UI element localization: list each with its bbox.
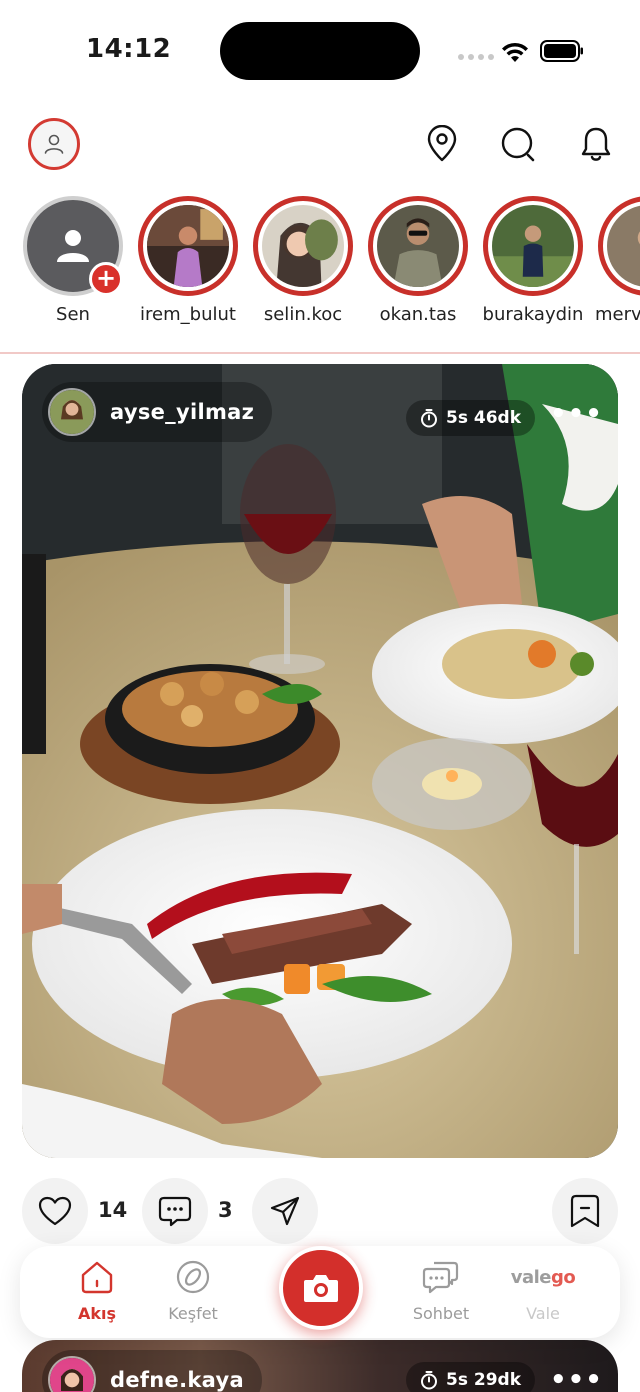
location-pin-icon <box>427 125 457 162</box>
author-avatar <box>48 388 96 436</box>
home-icon <box>81 1261 113 1294</box>
stories-row: + Sen irem_bulut selin.koc okan.tas bura… <box>0 196 640 336</box>
story-avatar <box>607 205 640 287</box>
comment-icon <box>158 1196 192 1227</box>
story-avatar <box>147 205 229 287</box>
nav-label: Akış <box>77 1304 117 1323</box>
own-story-avatar: + <box>23 196 123 296</box>
comment-count: 3 <box>218 1198 233 1222</box>
nav-label: Keşfet <box>168 1304 218 1323</box>
wifi-icon <box>502 42 528 62</box>
post-image[interactable] <box>22 364 618 1158</box>
cellular-signal-icon <box>458 54 494 60</box>
story-burakaydin[interactable]: burakaydin <box>478 196 588 325</box>
author-avatar <box>48 1356 96 1392</box>
story-name: irem_bulut <box>140 304 236 325</box>
post-author[interactable]: defne.kaya <box>42 1350 262 1392</box>
comment-button[interactable] <box>142 1178 208 1244</box>
stopwatch-icon <box>421 1371 437 1390</box>
valego-logo: valego <box>510 1266 576 1288</box>
nav-chat[interactable]: Sohbet <box>396 1256 486 1323</box>
nav-feed[interactable]: Akış <box>52 1256 142 1323</box>
post-timer: 5s 29dk <box>406 1362 535 1392</box>
story-name: okan.tas <box>379 304 457 325</box>
notifications-button[interactable] <box>576 124 616 164</box>
heart-icon <box>38 1196 72 1226</box>
save-button[interactable] <box>552 1178 618 1244</box>
story-name: selin.koc <box>263 304 343 325</box>
nav-explore[interactable]: Keşfet <box>148 1256 238 1323</box>
compass-icon <box>176 1260 210 1294</box>
story-okan-tas[interactable]: okan.tas <box>363 196 473 325</box>
story-selin-koc[interactable]: selin.koc <box>248 196 358 325</box>
post-author[interactable]: ayse_yilmaz <box>42 382 273 442</box>
nav-label: Vale <box>526 1304 560 1323</box>
chat-icon <box>422 1261 459 1294</box>
nav-label: Sohbet <box>412 1304 470 1323</box>
post-actions: 14 3 <box>0 1178 640 1246</box>
search-icon <box>501 127 535 162</box>
stories-divider <box>0 352 640 354</box>
story-irem-bulut[interactable]: irem_bulut <box>133 196 243 325</box>
send-icon <box>270 1196 300 1226</box>
stopwatch-icon <box>421 409 437 428</box>
author-username: ayse_yilmaz <box>110 400 255 424</box>
share-button[interactable] <box>252 1178 318 1244</box>
feed-post[interactable]: ayse_yilmaz 5s 46dk ••• <box>22 364 618 1158</box>
post-time-text: 5s 46dk <box>446 408 521 428</box>
feed-post-2[interactable]: defne.kaya 5s 29dk ••• <box>22 1340 618 1392</box>
battery-icon <box>540 40 583 62</box>
user-icon <box>44 134 64 154</box>
app-header <box>0 110 640 180</box>
nav-vale[interactable]: valego Vale <box>498 1256 588 1324</box>
story-name: burakaydin <box>482 304 584 325</box>
story-avatar <box>262 205 344 287</box>
location-button[interactable] <box>422 124 462 164</box>
author-username: defne.kaya <box>110 1368 244 1392</box>
like-count: 14 <box>98 1198 128 1222</box>
user-icon <box>57 230 89 262</box>
more-options-button[interactable]: ••• <box>550 1367 603 1392</box>
like-button[interactable] <box>22 1178 88 1244</box>
story-own[interactable]: + Sen <box>18 196 128 325</box>
story-avatar <box>377 205 459 287</box>
more-options-button[interactable]: ••• <box>550 401 603 427</box>
bell-icon <box>581 127 611 161</box>
bookmark-icon <box>570 1194 600 1228</box>
post-time-text: 5s 29dk <box>446 1370 521 1390</box>
story-merve[interactable]: merve <box>593 196 640 325</box>
screen: 14:12 + Sen irem_bulut selin.koc okan.ta… <box>0 0 640 1392</box>
bottom-nav: Akış Keşfet Sohbet valego Vale <box>20 1246 620 1338</box>
camera-button[interactable] <box>279 1246 363 1330</box>
story-name: merve <box>595 304 640 325</box>
status-time: 14:12 <box>86 34 172 64</box>
profile-button[interactable] <box>28 118 80 170</box>
dynamic-island <box>220 22 420 80</box>
post-timer: 5s 46dk <box>406 400 535 436</box>
story-name: Sen <box>56 304 90 325</box>
camera-icon <box>304 1275 338 1302</box>
search-button[interactable] <box>498 124 538 164</box>
add-story-button[interactable]: + <box>89 262 123 296</box>
story-avatar <box>492 205 574 287</box>
status-bar: 14:12 <box>0 0 640 100</box>
